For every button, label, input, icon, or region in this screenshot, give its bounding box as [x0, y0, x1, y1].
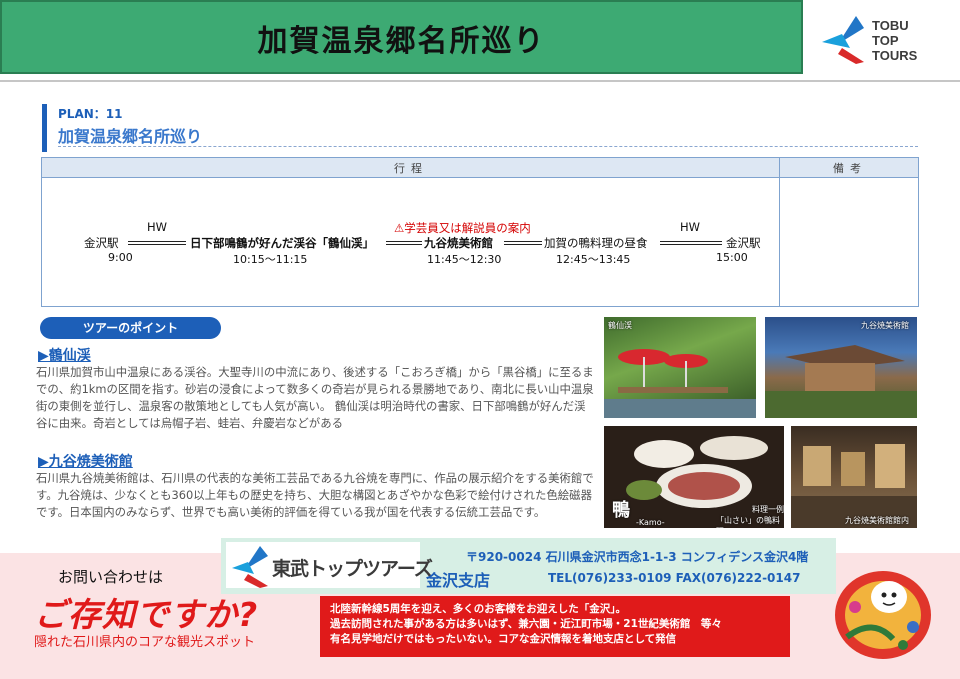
photo-kutani-museum-image	[765, 345, 917, 418]
photo-caption: 九谷焼美術館	[861, 321, 909, 330]
header-bar: 加賀温泉郷名所巡り	[0, 0, 803, 74]
logo-text-line2: TOP	[872, 33, 899, 48]
promo-box: 北陸新幹線5周年を迎え、多くのお客様をお迎えした「金沢」。 過去訪問された事があ…	[320, 596, 790, 657]
stop-name: 加賀の鴨料理の昼食	[544, 236, 648, 250]
route-line	[128, 241, 186, 245]
promo-line: 北陸新幹線5周年を迎え、多くのお客様をお迎えした「金沢」。	[330, 603, 627, 615]
stop-time: 12:45～13:45	[556, 253, 631, 266]
stop-time: 10:15～11:15	[233, 253, 308, 266]
plan-title-underline	[58, 146, 918, 147]
contact-label: お問い合わせは	[58, 568, 164, 586]
photo-caption: 九谷焼美術館館内	[845, 516, 909, 525]
photo-caption: 鶴仙渓	[608, 321, 632, 330]
itinerary-col-route: 行程	[394, 162, 428, 175]
promo-line: 過去訪問された事がある方は多いはず、兼六園・近江町市場・21世紀美術館 等々	[330, 618, 722, 630]
photo-kakusenkei-image	[604, 349, 756, 418]
itinerary-header: 行程 備考	[42, 158, 918, 178]
promo-line: 有名見学地だけではもったいない。コアな金沢情報を着地支店として発信	[330, 633, 677, 645]
logo-mark-icon	[822, 16, 864, 64]
tour-points-pill: ツアーのポイント	[40, 317, 221, 339]
branch-name: 金沢支店	[426, 571, 491, 590]
guide-note: ⚠学芸員又は解説員の案内	[394, 221, 531, 235]
stop-name: 金沢駅	[726, 236, 761, 250]
plan-title: 加賀温泉郷名所巡り	[58, 127, 203, 146]
mascot-illustration	[835, 571, 931, 659]
stop-name: 金沢駅	[84, 236, 119, 250]
page-title: 加賀温泉郷名所巡り	[257, 24, 546, 59]
stop-name: 日下部鳴鶴が好んだ渓谷「鶴仙渓」	[190, 236, 374, 250]
company-logo: TOBU TOP TOURS	[820, 14, 950, 66]
transport-hw-1: HW	[147, 220, 168, 234]
plan-number: PLAN：11	[58, 107, 123, 121]
photo-museum-interior-image	[791, 444, 917, 528]
photo-duck-cuisine: 鴨 -Kamo- 料理一例 「山さい」の鴨料理	[604, 426, 784, 528]
branch-logo-mark-icon	[232, 546, 268, 588]
headline-did-you-know: ご存知ですか?	[34, 595, 259, 634]
route-line	[386, 241, 422, 245]
logo-text-line3: TOURS	[872, 48, 918, 63]
photo-kakusenkei: 鶴仙渓	[604, 317, 756, 418]
photo-museum-interior: 九谷焼美術館館内	[791, 426, 917, 528]
section-heading-kutani-museum: ▶九谷焼美術館	[38, 454, 133, 470]
stop-time: 15:00	[716, 251, 748, 264]
photo-kutani-museum: 九谷焼美術館	[765, 317, 917, 418]
branch-logo-text: 東武トップツアーズ	[272, 558, 433, 580]
section-body-kakusenkei: 石川県加賀市山中温泉にある渓谷。大聖寺川の中流にあり、後述する「こおろぎ橋」から…	[36, 365, 594, 430]
photo-brush-text: 鴨	[612, 500, 630, 521]
branch-address: 〒920-0024 石川県金沢市西念1-1-3 コンフィデンス金沢4階	[466, 550, 809, 564]
transport-hw-2: HW	[680, 220, 701, 234]
photo-caption: 料理一例	[752, 505, 784, 514]
stop-time: 11:45～12:30	[427, 253, 502, 266]
footer-tagline: 隠れた石川県内のコアな観光スポット	[34, 635, 256, 650]
logo-text-line1: TOBU	[872, 18, 909, 33]
itinerary-col-notes: 備考	[833, 162, 867, 175]
itinerary-column-divider	[779, 158, 780, 306]
photo-caption: 「山さい」の鴨料理	[716, 516, 780, 528]
stop-time: 9:00	[108, 251, 133, 264]
plan-accent-bar	[42, 104, 47, 152]
section-body-kutani-museum: 石川県九谷焼美術館は、石川県の代表的な美術工芸品である九谷焼を専門に、作品の展示…	[36, 471, 594, 519]
photo-subcaption: -Kamo-	[636, 518, 665, 527]
stop-name: 九谷焼美術館	[424, 236, 493, 250]
branch-phone: TEL(076)233-0109 FAX(076)222-0147	[548, 571, 801, 585]
section-heading-kakusenkei: ▶鶴仙渓	[38, 348, 91, 364]
itinerary-table: 行程 備考 HW HW ⚠学芸員又は解説員の案内 金沢駅 日下部鳴鶴が好んだ渓谷…	[41, 157, 919, 307]
route-line	[660, 241, 722, 245]
header-divider	[0, 80, 960, 82]
route-line	[504, 241, 542, 245]
